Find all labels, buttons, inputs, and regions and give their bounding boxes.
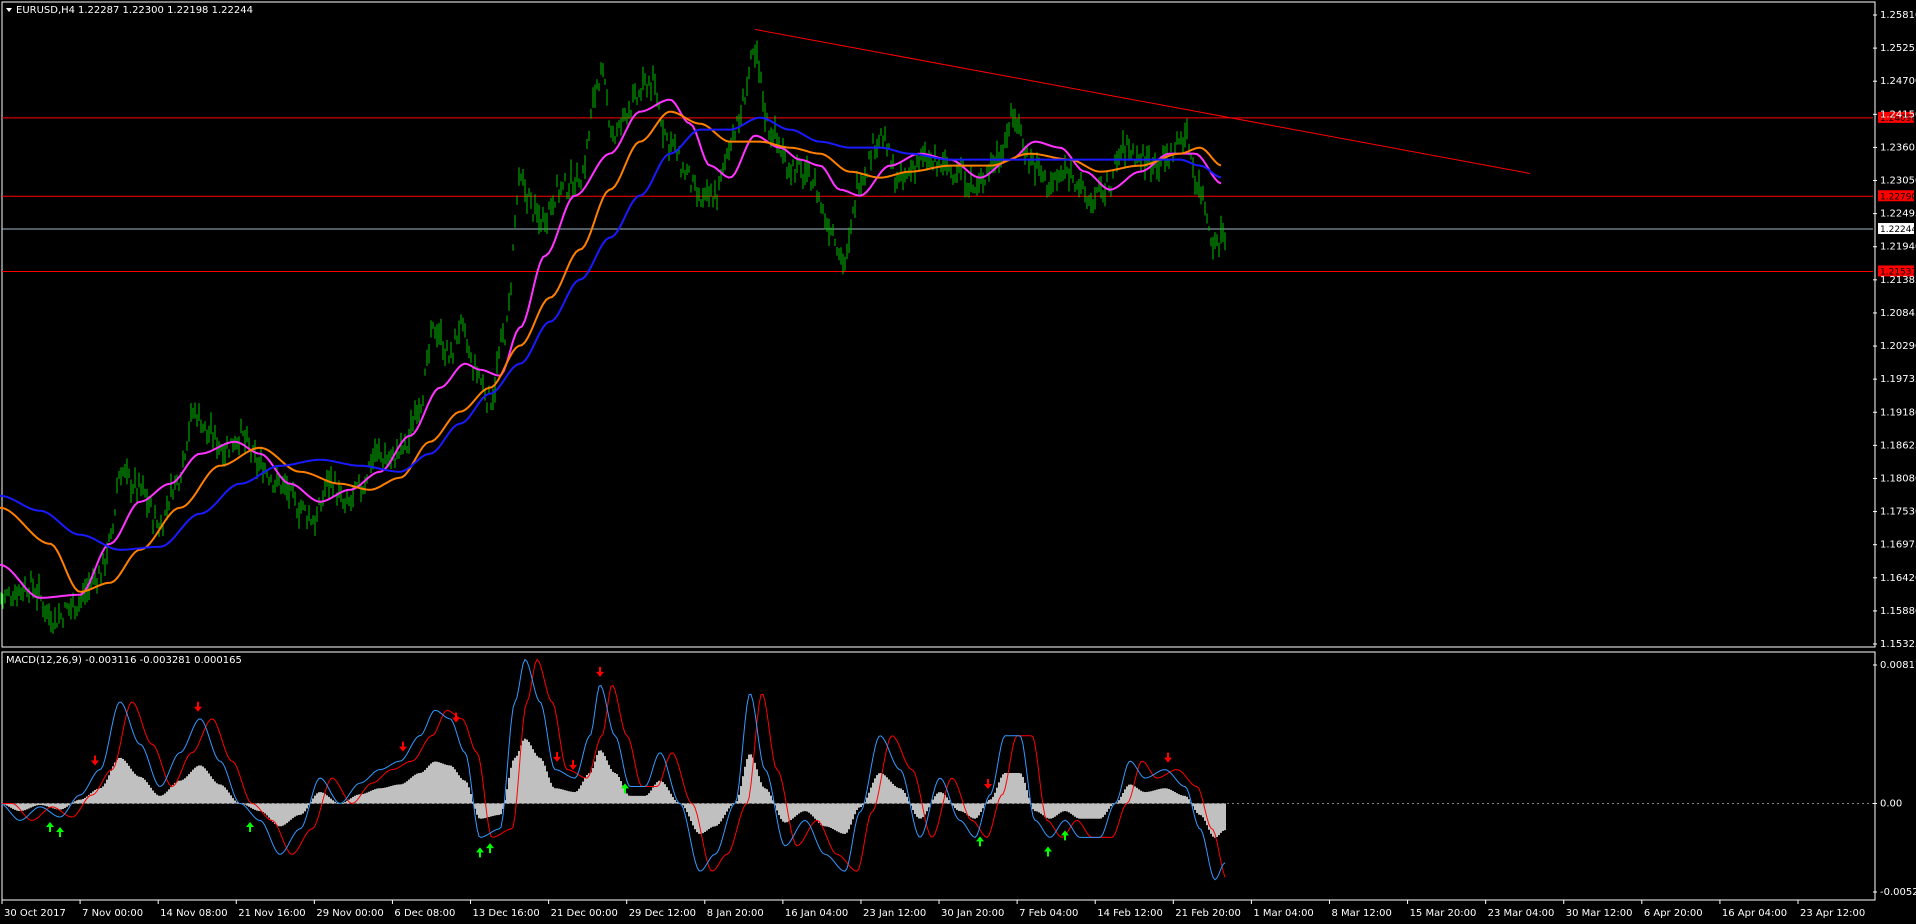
time-axis-label: 30 Mar 12:00	[1566, 908, 1633, 919]
price-axis-label: 1.22495	[1880, 209, 1916, 220]
time-axis-label: 7 Nov 00:00	[82, 908, 143, 919]
price-axis-label: 1.16420	[1880, 573, 1916, 584]
time-axis-label: 13 Dec 16:00	[473, 908, 540, 919]
price-axis-label: 1.20845	[1880, 308, 1916, 319]
price-axis-label: 1.17530	[1880, 507, 1916, 518]
time-axis-label: 23 Jan 12:00	[863, 908, 926, 919]
current-price-tag-label: 1.22244	[1880, 225, 1916, 235]
price-level-tag-label: 1.22790	[1880, 192, 1916, 202]
time-axis-label: 7 Feb 04:00	[1019, 908, 1078, 919]
price-axis-label: 1.23050	[1880, 176, 1916, 187]
macd-axis-label: 0.00	[1880, 798, 1902, 809]
time-axis-label: 30 Oct 2017	[4, 908, 66, 919]
time-axis-label: 14 Nov 08:00	[160, 908, 227, 919]
time-axis-label: 30 Jan 20:00	[941, 908, 1004, 919]
price-axis-label: 1.18080	[1880, 473, 1916, 484]
price-axis-label: 1.20290	[1880, 341, 1916, 352]
time-axis-label: 29 Dec 12:00	[629, 908, 696, 919]
symbol-label: EURUSD,H4	[16, 5, 75, 16]
macd-axis-label: 0.008173	[1880, 660, 1916, 671]
time-axis-label: 29 Nov 00:00	[316, 908, 383, 919]
ohlc-label: 1.22287 1.22300 1.22198 1.22244	[78, 5, 253, 16]
price-axis-label: 1.21940	[1880, 242, 1916, 253]
price-axis-label: 1.25810	[1880, 10, 1916, 21]
time-axis-label: 14 Feb 12:00	[1097, 908, 1163, 919]
time-axis-label: 6 Dec 08:00	[394, 908, 455, 919]
time-axis-label: 6 Apr 20:00	[1644, 908, 1703, 919]
price-axis-label: 1.25255	[1880, 43, 1916, 54]
time-axis-label: 8 Jan 20:00	[707, 908, 764, 919]
price-axis-label: 1.16975	[1880, 540, 1916, 551]
price-axis-label: 1.15325	[1880, 639, 1916, 650]
macd-axis-label: -0.005225	[1880, 887, 1916, 898]
chart-background	[0, 0, 1916, 924]
price-axis-label: 1.24150	[1880, 109, 1916, 120]
time-axis-label: 16 Jan 04:00	[785, 908, 848, 919]
time-axis-label: 1 Mar 04:00	[1253, 908, 1313, 919]
price-axis-label: 1.21385	[1880, 275, 1916, 286]
price-axis-label: 1.23605	[1880, 142, 1916, 153]
time-axis-label: 16 Apr 04:00	[1722, 908, 1787, 919]
time-axis-label: 21 Feb 20:00	[1175, 908, 1241, 919]
eurusd-h4-chart[interactable]: 1.240961.227901.215371.222441.258101.252…	[0, 0, 1916, 924]
price-axis-label: 1.15880	[1880, 606, 1916, 617]
price-axis-label: 1.24700	[1880, 76, 1916, 87]
price-axis-label: 1.19180	[1880, 407, 1916, 418]
time-axis-label: 23 Mar 04:00	[1488, 908, 1555, 919]
price-axis-label: 1.18625	[1880, 440, 1916, 451]
price-axis-label: 1.19735	[1880, 374, 1916, 385]
time-axis-label: 21 Nov 16:00	[238, 908, 305, 919]
time-axis-label: 21 Dec 00:00	[551, 908, 618, 919]
time-axis-label: 15 Mar 20:00	[1410, 908, 1477, 919]
time-axis-label: 8 Mar 12:00	[1331, 908, 1391, 919]
macd-header-label: MACD(12,26,9) -0.003116 -0.003281 0.0001…	[6, 655, 242, 666]
time-axis-label: 23 Apr 12:00	[1800, 908, 1865, 919]
